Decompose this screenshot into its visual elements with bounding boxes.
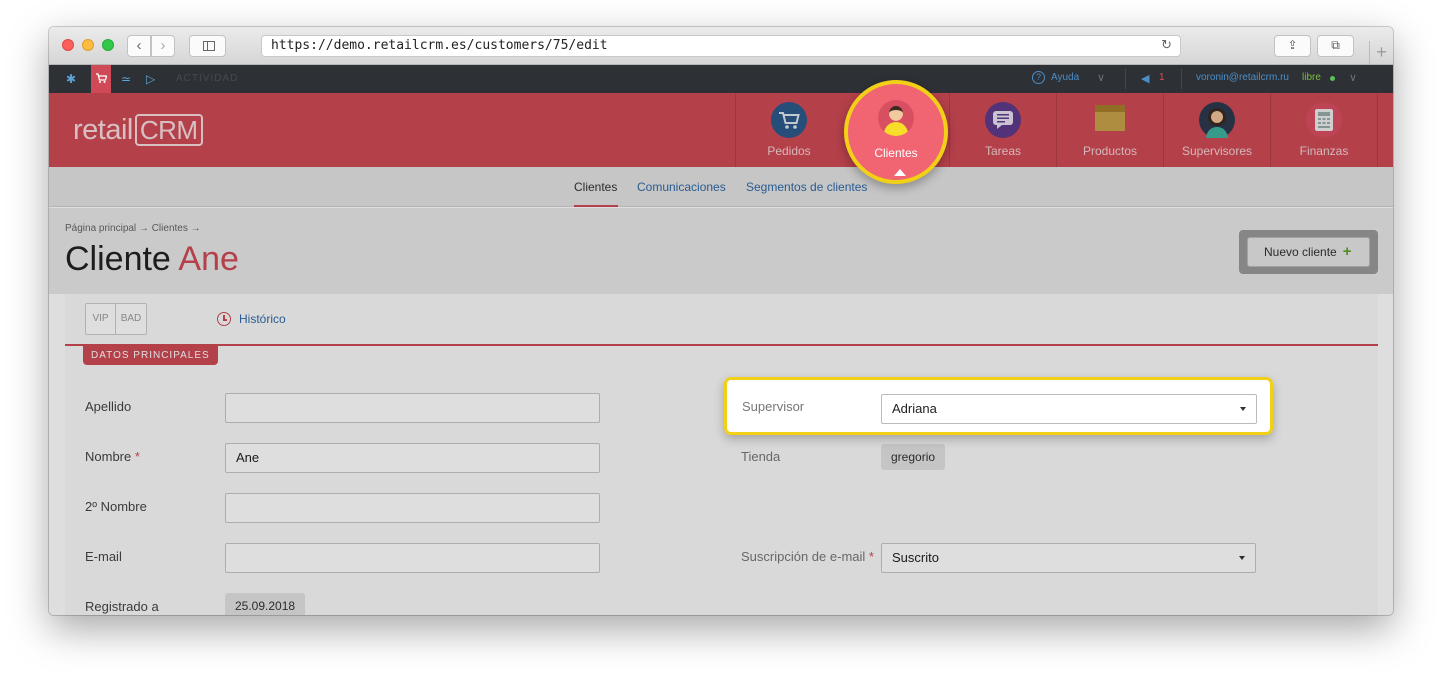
customer-icon-body (884, 122, 908, 136)
analytics-icon[interactable]: ≃ (121, 70, 131, 88)
cart-icon[interactable] (91, 65, 111, 93)
gear-icon[interactable]: ✱ (66, 70, 76, 88)
user-email[interactable]: voronin@retailcrm.ru (1196, 72, 1289, 83)
reload-icon[interactable]: ↻ (1161, 36, 1172, 56)
browser-window: ‹ › https://demo.retailcrm.es/customers/… (49, 27, 1393, 615)
user-status[interactable]: libre (1302, 72, 1321, 83)
module-label: Clientes (874, 146, 918, 160)
back-button[interactable]: ‹ (127, 35, 151, 57)
active-module-pointer (894, 169, 906, 176)
help-icon: ? (1032, 71, 1045, 84)
chevron-right-icon: › (160, 37, 166, 54)
chevron-down-icon[interactable]: ∨ (1097, 71, 1105, 84)
divider (1125, 69, 1126, 89)
tabs-icon: ⧉ (1331, 38, 1340, 52)
supervisor-selected: Adriana (892, 401, 937, 416)
sidebar-toggle-button[interactable] (189, 35, 226, 57)
notification-count: 1 (1159, 72, 1165, 83)
share-button[interactable]: ⇪ (1274, 35, 1311, 57)
megaphone-icon[interactable]: ◀ (1141, 72, 1149, 85)
show-tabs-button[interactable]: ⧉ (1317, 35, 1354, 57)
zoom-window-button[interactable] (102, 39, 114, 51)
divider (1181, 69, 1182, 89)
tutorial-dim-overlay (49, 93, 1393, 615)
supervisor-select[interactable]: Adriana (881, 394, 1257, 424)
status-dot-icon (1330, 76, 1335, 81)
play-icon[interactable]: ▷ (146, 70, 155, 88)
help-label: Ayuda (1051, 72, 1080, 83)
url-text: https://demo.retailcrm.es/customers/75/e… (271, 38, 608, 53)
sidebar-icon (203, 41, 215, 51)
new-tab-button[interactable]: + (1369, 41, 1393, 65)
address-bar[interactable]: https://demo.retailcrm.es/customers/75/e… (261, 35, 1181, 57)
module-clientes[interactable]: Clientes (844, 80, 948, 184)
caret-down-icon (1240, 407, 1246, 411)
minimize-window-button[interactable] (82, 39, 94, 51)
close-window-button[interactable] (62, 39, 74, 51)
supervisor-label: Supervisor (742, 399, 805, 414)
chevron-left-icon: ‹ (136, 37, 142, 54)
chevron-down-icon[interactable]: ∨ (1349, 71, 1357, 84)
app-top-bar: ✱ ≃ ▷ ACTIVIDAD ? Ayuda ∨ ◀ 1 voronin@ret… (49, 65, 1393, 93)
supervisor-field-highlight: Supervisor Adriana (724, 377, 1273, 435)
customer-icon-head (889, 106, 903, 121)
forward-button[interactable]: › (151, 35, 175, 57)
help-link[interactable]: ? Ayuda (1032, 71, 1079, 84)
browser-toolbar: ‹ › https://demo.retailcrm.es/customers/… (49, 27, 1393, 65)
plus-icon: + (1376, 42, 1387, 62)
activity-label[interactable]: ACTIVIDAD (176, 73, 238, 84)
share-icon: ⇪ (1287, 38, 1298, 52)
customer-icon (878, 100, 914, 136)
